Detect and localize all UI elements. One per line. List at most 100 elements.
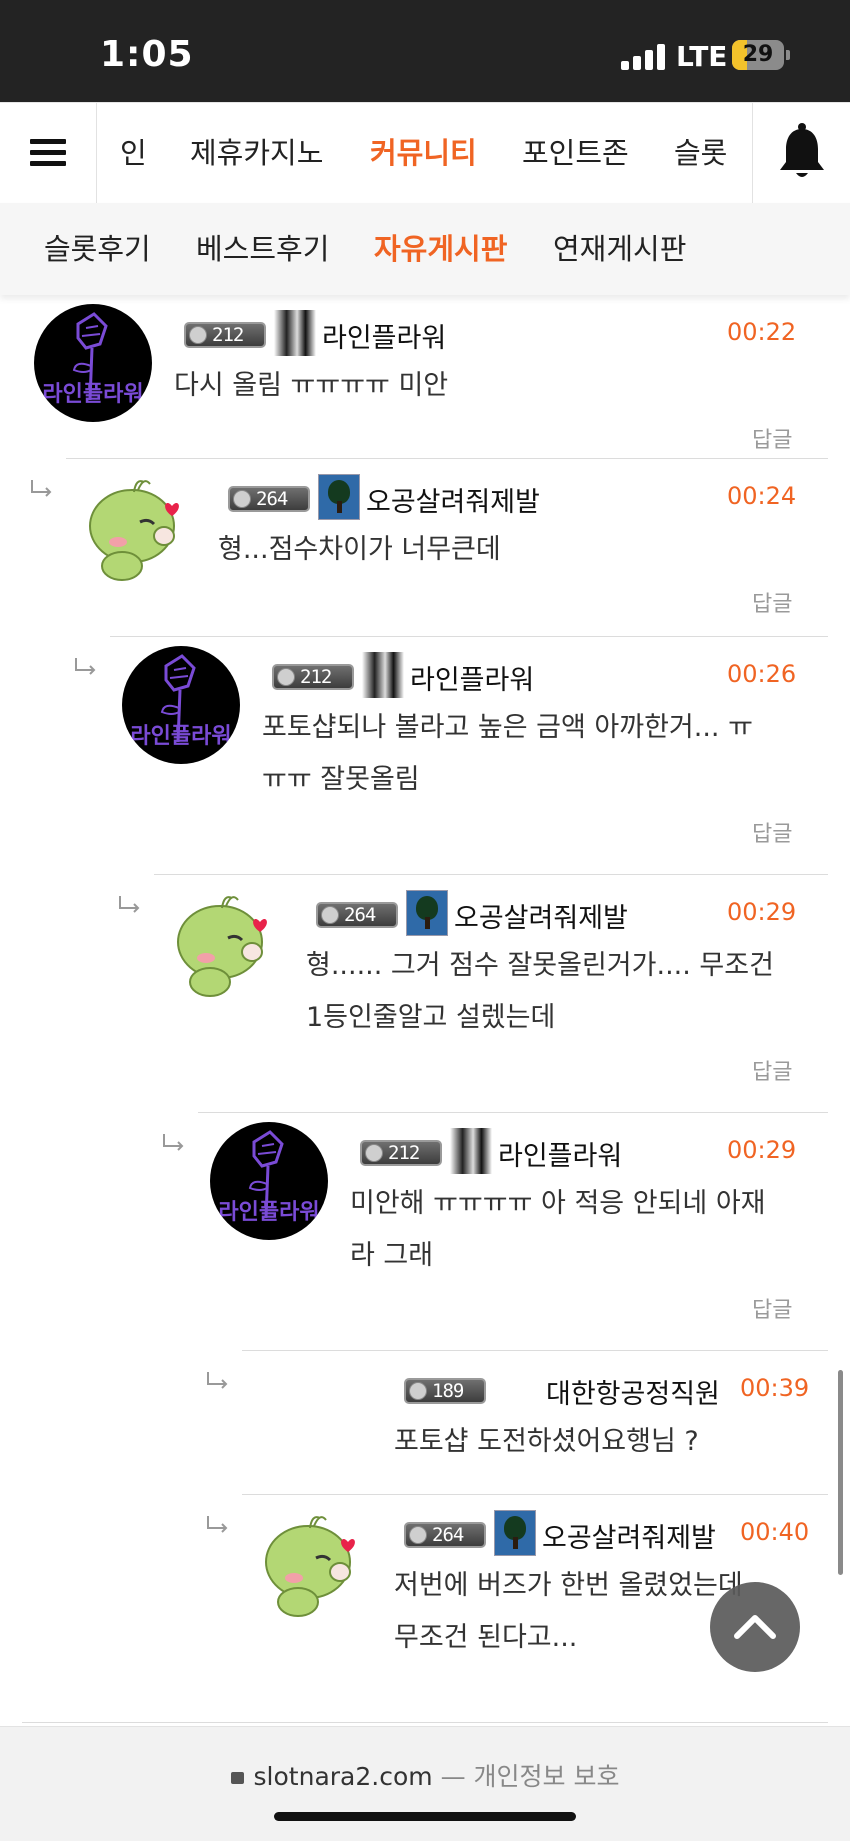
comment-item: 264 오공살려줘제발 00:40 저번에 버즈가 한번 올렸었는데 무조건 된다고..… <box>0 296 850 1723</box>
home-indicator <box>274 1812 576 1821</box>
scrollbar[interactable] <box>838 1370 843 1575</box>
level-icon <box>321 906 339 924</box>
nav-item-partner-casino[interactable]: 제휴카지노 <box>190 103 323 203</box>
level-number: 189 <box>432 1380 464 1402</box>
avatar[interactable] <box>166 884 284 1002</box>
level-number: 212 <box>212 324 244 346</box>
nickname[interactable]: 대한항공정직원 <box>546 1372 720 1411</box>
level-badge: 264 <box>316 902 398 928</box>
status-bar: 1:05 LTE 29 <box>0 0 850 102</box>
level-number: 212 <box>388 1142 420 1164</box>
comment-divider <box>22 1722 828 1723</box>
comment-text: 다시 올림 ㅠㅠㅠㅠ 미안 <box>174 370 449 401</box>
comment-text: 포토샵되나 볼라고 높은 금액 아까한거... ㅠ <box>262 712 753 743</box>
battery-icon: 29 <box>732 40 784 70</box>
level-number: 212 <box>300 666 332 688</box>
reply-arrow-icon <box>204 1370 232 1390</box>
reply-link[interactable]: 답글 <box>752 1292 792 1324</box>
avatar[interactable]: 라인플라워 <box>34 304 152 422</box>
subnav-free-board[interactable]: 자유게시판 <box>374 203 507 295</box>
level-icon <box>365 1144 383 1162</box>
level-badge: 264 <box>404 1522 486 1548</box>
comment-divider <box>110 636 828 637</box>
nickname[interactable]: 라인플라워 <box>322 316 446 355</box>
nav-item-login[interactable]: 인 <box>120 103 147 203</box>
level-badge: 189 <box>404 1378 486 1404</box>
nav-items: 인 제휴카지노 커뮤니티 포인트존 슬롯 <box>96 103 752 203</box>
url-text: slotnara2.com <box>253 1762 433 1791</box>
subnav-slot-review[interactable]: 슬롯후기 <box>44 203 151 295</box>
network-type: LTE <box>676 40 728 73</box>
tree-icon <box>494 1510 536 1556</box>
chevron-up-icon <box>734 1615 776 1639</box>
privacy-label: 개인정보 보호 <box>473 1762 620 1791</box>
member-icon <box>450 1128 492 1174</box>
green-bird-icon <box>265 1516 355 1617</box>
level-icon <box>409 1382 427 1400</box>
avatar[interactable] <box>254 1504 372 1622</box>
bell-icon <box>780 123 824 177</box>
tree-icon <box>318 474 360 520</box>
level-badge: 212 <box>272 664 354 690</box>
reply-arrow-icon <box>204 1514 232 1534</box>
nav-item-community[interactable]: 커뮤니티 <box>370 103 477 203</box>
member-icon <box>274 310 316 356</box>
timestamp: 00:39 <box>740 1374 810 1402</box>
comment-text: 라 그래 <box>350 1240 434 1271</box>
tree-icon <box>406 890 448 936</box>
scroll-to-top-button[interactable] <box>710 1582 800 1672</box>
comment-text: 무조건 된다고... <box>394 1622 578 1653</box>
member-icon <box>362 652 404 698</box>
nav-item-point-zone[interactable]: 포인트존 <box>522 103 629 203</box>
nav-item-slot[interactable]: 슬롯 <box>674 103 727 203</box>
subnav-serial-board[interactable]: 연재게시판 <box>553 203 686 295</box>
nickname[interactable]: 라인플라워 <box>410 658 534 697</box>
avatar[interactable]: 라인플라워 <box>210 1122 328 1240</box>
notification-button[interactable] <box>752 103 850 203</box>
level-badge: 264 <box>228 486 310 512</box>
comment-divider <box>66 458 828 459</box>
sub-nav: 슬롯후기 베스트후기 자유게시판 연재게시판 <box>0 203 850 295</box>
reply-arrow-icon <box>160 1132 188 1152</box>
reply-link[interactable]: 답글 <box>752 1054 792 1086</box>
cellular-signal-icon <box>621 44 665 70</box>
green-bird-icon <box>89 480 179 581</box>
timestamp: 00:29 <box>727 1136 797 1164</box>
green-bird-icon <box>177 896 267 997</box>
level-number: 264 <box>256 488 288 510</box>
avatar[interactable]: 라인플라워 <box>122 646 240 764</box>
nickname[interactable]: 오공살려줘제발 <box>366 480 540 519</box>
timestamp: 00:22 <box>727 318 797 346</box>
level-icon <box>189 326 207 344</box>
reply-link[interactable]: 답글 <box>752 422 792 454</box>
timestamp: 00:24 <box>727 482 797 510</box>
reply-arrow-icon <box>116 894 144 914</box>
reply-link[interactable]: 답글 <box>752 586 792 618</box>
comment-text: 1등인줄알고 설렜는데 <box>306 1002 556 1033</box>
level-badge: 212 <box>184 322 266 348</box>
url-line: slotnara2.com — 개인정보 보호 <box>0 1757 850 1793</box>
comment-text: 포토샵 도전하셨어요행님 ? <box>394 1426 699 1457</box>
comment-divider <box>242 1494 828 1495</box>
level-icon <box>277 668 295 686</box>
reply-link[interactable]: 답글 <box>752 816 792 848</box>
level-icon <box>409 1526 427 1544</box>
menu-button[interactable] <box>0 103 97 203</box>
comment-list: 라인플라워 212 라인플라워 00:22 다시 올림 ㅠㅠㅠㅠ 미안답글 264 오공살려… <box>0 296 850 1726</box>
level-icon <box>233 490 251 508</box>
lock-icon <box>230 1772 244 1784</box>
nickname[interactable]: 오공살려줘제발 <box>454 896 628 935</box>
browser-address-bar[interactable]: slotnara2.com — 개인정보 보호 <box>0 1726 850 1841</box>
nickname[interactable]: 라인플라워 <box>498 1134 622 1173</box>
nickname[interactable]: 오공살려줘제발 <box>542 1516 716 1555</box>
main-nav: 인 제휴카지노 커뮤니티 포인트존 슬롯 <box>0 102 850 204</box>
comment-text: 미안해 ㅠㅠㅠㅠ 아 적응 안되네 아재 <box>350 1188 766 1219</box>
level-number: 264 <box>432 1524 464 1546</box>
level-number: 264 <box>344 904 376 926</box>
subnav-best-review[interactable]: 베스트후기 <box>196 203 329 295</box>
url-separator: — <box>440 1762 466 1791</box>
timestamp: 00:26 <box>727 660 797 688</box>
avatar-text: 라인플라워 <box>218 1200 320 1225</box>
avatar[interactable] <box>78 468 196 586</box>
timestamp: 00:29 <box>727 898 797 926</box>
